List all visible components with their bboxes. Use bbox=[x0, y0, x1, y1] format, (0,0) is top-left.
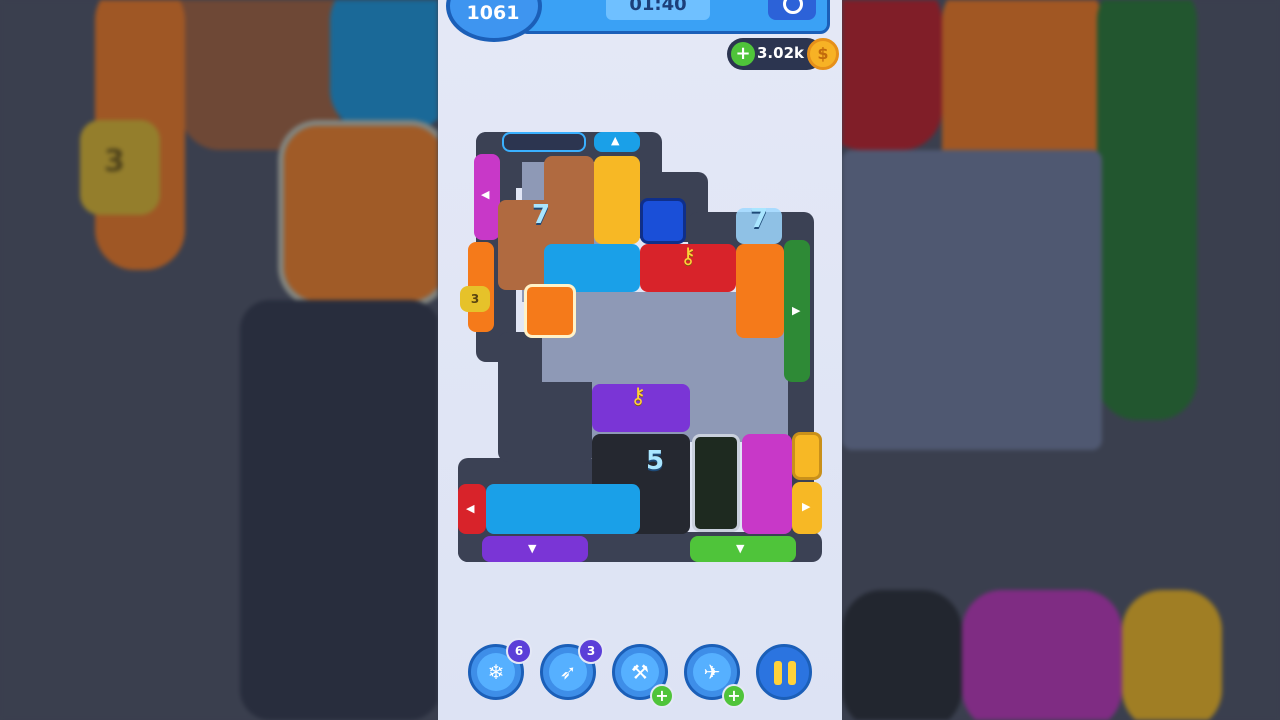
gate-right-yellow-top[interactable] bbox=[792, 432, 822, 480]
key-icon: ⚷ bbox=[680, 244, 697, 269]
arrow-up-icon: ▲ bbox=[611, 134, 620, 147]
key-icon: ⚷ bbox=[630, 384, 647, 409]
settings-button[interactable] bbox=[768, 0, 816, 20]
add-booster-icon[interactable]: + bbox=[650, 684, 674, 708]
arrow-right-icon: ▶ bbox=[802, 500, 811, 513]
blue-long-block[interactable] bbox=[486, 484, 640, 534]
arrow-right-icon: ▶ bbox=[792, 304, 801, 317]
gate-top-dark bbox=[502, 132, 586, 152]
gate-right-yellow[interactable]: ▶ bbox=[792, 482, 822, 534]
level-number: 1061 bbox=[466, 2, 520, 24]
game-board: ▲ ◀ ▶ ◀ ▼ ▼ ▶ 7 7 ⚷ 3 ⚷ 5 bbox=[458, 132, 824, 562]
pause-button[interactable] bbox=[756, 644, 812, 700]
gate-bottom-green[interactable]: ▼ bbox=[690, 536, 796, 562]
hammer-icon: ⚒ bbox=[621, 653, 659, 691]
orange-block[interactable] bbox=[736, 244, 784, 338]
add-coins-button[interactable]: + bbox=[731, 42, 755, 66]
magenta-block[interactable] bbox=[742, 434, 792, 534]
countdown-timer: 01:40 bbox=[606, 0, 710, 20]
coin-counter: + 3.02k $ bbox=[727, 38, 839, 70]
pause-icon bbox=[788, 661, 796, 685]
booster-count-badge: 3 bbox=[578, 638, 604, 664]
background-left: 3 bbox=[0, 0, 438, 720]
small-blue-block[interactable] bbox=[640, 198, 686, 244]
arrow-down-icon: ▼ bbox=[528, 542, 537, 555]
green-stud-block[interactable] bbox=[692, 434, 740, 532]
gate-left-magenta[interactable]: ◀ bbox=[474, 154, 500, 240]
gate-right-green[interactable]: ▶ bbox=[784, 240, 810, 382]
gate-top-blue[interactable]: ▲ bbox=[594, 132, 640, 152]
settings-icon bbox=[783, 0, 803, 14]
coin-amount: 3.02k bbox=[757, 44, 804, 62]
lock-count: 7 bbox=[532, 200, 551, 230]
gate-left-red[interactable]: ◀ bbox=[458, 484, 486, 534]
pause-icon bbox=[774, 661, 782, 685]
coin-icon: $ bbox=[807, 38, 839, 70]
vacuum-icon: ✈ bbox=[693, 653, 731, 691]
gate-bottom-purple[interactable]: ▼ bbox=[482, 536, 588, 562]
game-screen: 1061 01:40 + 3.02k $ ▲ ◀ ▶ ◀ ▼ ▼ ▶ 7 7 ⚷… bbox=[438, 0, 842, 720]
lock-count: 5 bbox=[646, 446, 665, 476]
chain-lock-badge: 3 bbox=[460, 286, 490, 312]
lock-count: 7 bbox=[750, 204, 769, 234]
yellow-block[interactable] bbox=[594, 156, 640, 244]
arrow-left-icon: ◀ bbox=[481, 188, 490, 201]
background-right bbox=[842, 0, 1280, 720]
add-booster-icon[interactable]: + bbox=[722, 684, 746, 708]
arrow-down-icon: ▼ bbox=[736, 542, 745, 555]
small-orange-block[interactable] bbox=[524, 284, 576, 338]
arrow-left-icon: ◀ bbox=[466, 502, 475, 515]
booster-count-badge: 6 bbox=[506, 638, 532, 664]
